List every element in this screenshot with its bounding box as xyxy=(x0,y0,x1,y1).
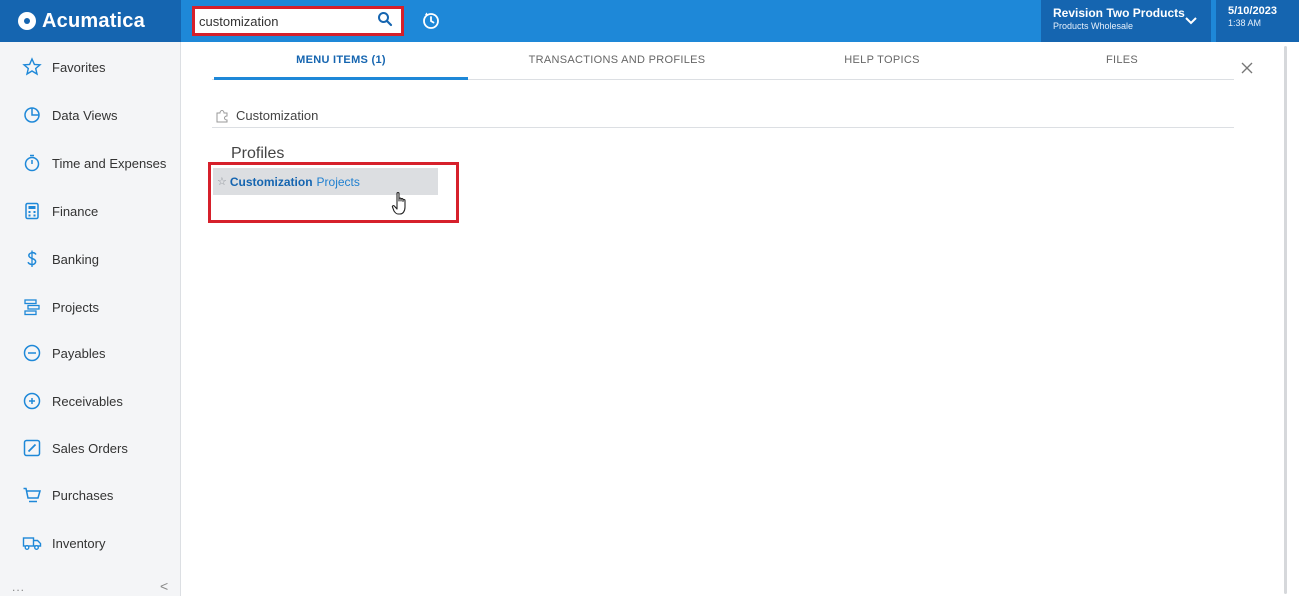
search-results-tabs: MENU ITEMS (1) TRANSACTIONS AND PROFILES… xyxy=(212,54,1234,80)
star-icon xyxy=(22,57,42,76)
search-input[interactable] xyxy=(199,12,374,30)
sidebar: Favorites Data Views Time and Expenses F… xyxy=(0,42,181,596)
sidebar-item-label: Favorites xyxy=(52,59,106,75)
company-branch-selector[interactable]: Revision Two Products Products Wholesale xyxy=(1041,0,1211,42)
sidebar-item-banking[interactable]: Banking xyxy=(0,239,181,279)
sidebar-item-sales-orders[interactable]: Sales Orders xyxy=(0,428,181,468)
acumatica-logo-icon xyxy=(18,12,36,30)
search-icon[interactable] xyxy=(377,11,393,27)
sidebar-item-label: Purchases xyxy=(52,487,114,503)
sidebar-item-label: Inventory xyxy=(52,535,106,551)
sidebar-item-time-and-expenses[interactable]: Time and Expenses xyxy=(0,143,181,183)
top-bar: Acumatica Revision Two Products Products… xyxy=(0,0,1299,42)
sidebar-item-label: Payables xyxy=(52,345,106,361)
sidebar-item-data-views[interactable]: Data Views xyxy=(0,95,181,135)
sidebar-item-label: Time and Expenses xyxy=(52,155,167,171)
pie-chart-icon xyxy=(24,107,40,123)
sidebar-item-favorites[interactable]: Favorites xyxy=(0,47,181,87)
projects-icon xyxy=(24,299,40,316)
sidebar-item-label: Finance xyxy=(52,203,99,219)
close-icon[interactable] xyxy=(1240,61,1254,75)
minus-circle-icon xyxy=(23,344,41,362)
sidebar-item-label: Sales Orders xyxy=(52,440,128,456)
menu-item-label: Customization xyxy=(236,108,319,123)
brand-name: Acumatica xyxy=(42,9,145,32)
calculator-icon xyxy=(25,202,39,220)
tab-files[interactable]: FILES xyxy=(1077,54,1167,80)
tab-help-topics[interactable]: HELP TOPICS xyxy=(812,54,952,80)
sidebar-item-inventory[interactable]: Inventory xyxy=(0,523,181,563)
sidebar-item-label: Receivables xyxy=(52,393,123,409)
sidebar-item-projects[interactable]: Projects xyxy=(0,287,181,327)
cart-icon xyxy=(23,487,41,503)
highlight-annotation xyxy=(208,162,459,223)
history-icon[interactable] xyxy=(420,9,442,31)
business-date[interactable]: 5/10/2023 1:38 AM xyxy=(1216,0,1299,42)
hand-pointer-icon xyxy=(391,192,406,215)
puzzle-icon xyxy=(216,109,228,122)
scrollbar[interactable] xyxy=(1284,46,1287,594)
chevron-down-icon xyxy=(1185,17,1197,25)
dollar-icon xyxy=(27,250,37,267)
plus-circle-icon xyxy=(23,392,41,410)
date-text: 5/10/2023 xyxy=(1228,5,1277,17)
logo[interactable]: Acumatica xyxy=(0,0,181,42)
sidebar-item-label: Projects xyxy=(52,299,99,315)
global-search-box[interactable] xyxy=(192,6,404,36)
truck-icon xyxy=(22,537,42,550)
sidebar-item-payables[interactable]: Payables xyxy=(0,333,181,373)
more-options-button[interactable]: ... xyxy=(12,580,25,594)
collapse-sidebar-button[interactable]: < xyxy=(160,578,168,594)
profiles-heading: Profiles xyxy=(231,145,285,162)
stopwatch-icon xyxy=(24,154,40,172)
sidebar-item-purchases[interactable]: Purchases xyxy=(0,475,181,515)
time-text: 1:38 AM xyxy=(1228,18,1262,28)
sidebar-item-receivables[interactable]: Receivables xyxy=(0,381,181,421)
sidebar-item-finance[interactable]: Finance xyxy=(0,191,181,231)
sidebar-item-label: Data Views xyxy=(52,107,118,123)
tab-menu-items[interactable]: MENU ITEMS (1) xyxy=(214,54,468,80)
tab-transactions-and-profiles[interactable]: TRANSACTIONS AND PROFILES xyxy=(497,54,737,80)
edit-icon xyxy=(23,439,41,457)
sidebar-item-label: Banking xyxy=(52,251,99,267)
menu-item-result[interactable]: Customization xyxy=(212,104,1234,128)
